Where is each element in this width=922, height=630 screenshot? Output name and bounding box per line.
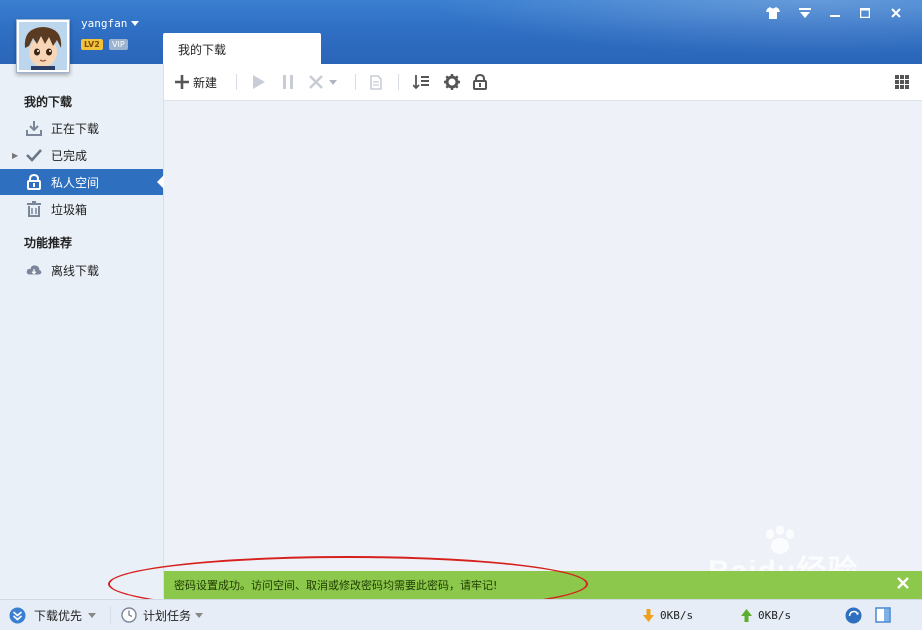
play-icon (253, 75, 265, 89)
sidebar-item-completed[interactable]: ▶ 已完成 (0, 142, 163, 168)
grid-icon (895, 75, 909, 89)
section-my-downloads: 我的下载 (24, 95, 73, 109)
status-divider (110, 606, 111, 624)
close-button[interactable] (885, 5, 907, 21)
sidebar-item-downloading[interactable]: 正在下载 (0, 115, 163, 141)
close-icon (897, 577, 909, 589)
task-list-area[interactable] (164, 101, 922, 571)
chevron-down-icon (329, 79, 337, 85)
arrow-up-icon (741, 608, 752, 622)
scheduled-tasks-button[interactable]: 计划任务 (121, 606, 204, 624)
username-menu[interactable]: yangfan (81, 17, 140, 30)
plus-icon (175, 75, 189, 89)
shirt-icon (766, 7, 780, 19)
start-button[interactable] (253, 73, 265, 91)
download-speed-value: 0KB/s (660, 608, 694, 622)
menu-button[interactable] (794, 5, 816, 21)
view-grid-button[interactable] (895, 73, 909, 91)
vip-badge[interactable]: VIP (109, 39, 128, 50)
refresh-button[interactable] (845, 606, 862, 624)
sidebar-item-label: 已完成 (51, 148, 88, 163)
title-bar: yangfan LV2 VIP 我的下载 (0, 0, 922, 64)
chevron-down-icon (88, 612, 97, 618)
lock-icon (26, 174, 42, 190)
expand-arrow-icon[interactable]: ▶ (12, 151, 18, 160)
upload-speed: 0KB/s (741, 606, 791, 624)
delete-x-icon (309, 75, 323, 89)
notification-message: 密码设置成功。访问空间、取消或修改密码均需要此密码，请牢记! (174, 579, 498, 592)
minimize-icon (830, 15, 840, 17)
refresh-icon (845, 607, 862, 623)
new-task-label: 新建 (193, 75, 218, 90)
delete-button[interactable] (309, 73, 337, 91)
panel-toggle-button[interactable] (875, 606, 891, 624)
arrow-down-icon (643, 608, 654, 622)
chevron-down-icon (195, 612, 204, 618)
chevron-down-icon (131, 20, 140, 26)
notification-bar: 密码设置成功。访问空间、取消或修改密码均需要此密码，请牢记! (164, 571, 922, 599)
tab-my-downloads[interactable]: 我的下载 (163, 33, 321, 64)
sidebar-item-label: 垃圾箱 (51, 202, 88, 217)
sidebar-item-private-space[interactable]: 私人空间 (0, 169, 164, 195)
level-badge: LV2 (81, 39, 103, 50)
sidebar-item-label: 私人空间 (51, 175, 100, 190)
download-priority-button[interactable]: 下载优先 (9, 606, 97, 624)
download-tray-icon (26, 120, 42, 136)
sidebar: 我的下载 正在下载 ▶ 已完成 私人空间 垃圾箱 功能推荐 离线下载 (0, 64, 164, 598)
toolbar-divider (398, 74, 399, 90)
pause-button[interactable] (282, 73, 294, 91)
priority-chevrons-icon (9, 607, 26, 623)
sort-button[interactable] (413, 73, 429, 91)
gear-icon (444, 74, 460, 90)
sort-list-icon (413, 75, 429, 89)
priority-label: 下载优先 (34, 608, 83, 623)
close-icon (891, 8, 901, 18)
maximize-icon (860, 8, 870, 18)
notification-close-button[interactable] (896, 576, 912, 592)
username: yangfan (81, 17, 128, 30)
schedule-label: 计划任务 (143, 608, 192, 623)
lock-space-button[interactable] (473, 73, 487, 91)
pause-icon (283, 75, 293, 89)
clock-icon (121, 607, 137, 623)
tab-label: 我的下载 (178, 43, 227, 57)
document-icon (370, 74, 382, 90)
avatar-image (19, 22, 67, 70)
new-task-button[interactable]: 新建 (175, 73, 217, 91)
section-features: 功能推荐 (24, 236, 73, 250)
trash-icon (26, 201, 42, 217)
sidebar-item-label: 离线下载 (51, 263, 100, 278)
avatar[interactable] (16, 19, 70, 73)
sidebar-item-trash[interactable]: 垃圾箱 (0, 196, 163, 222)
lock-icon (473, 74, 487, 90)
menu-dropdown-icon (799, 7, 811, 18)
properties-button[interactable] (370, 73, 382, 91)
skin-button[interactable] (762, 5, 784, 21)
download-speed: 0KB/s (643, 606, 693, 624)
maximize-button[interactable] (854, 5, 876, 21)
main-panel: 新建 (164, 64, 922, 598)
upload-speed-value: 0KB/s (758, 608, 792, 622)
sidebar-panel-icon (875, 607, 891, 623)
sidebar-item-offline-download[interactable]: 离线下载 (0, 257, 163, 283)
minimize-button[interactable] (824, 5, 846, 21)
settings-button[interactable] (444, 73, 460, 91)
toolbar: 新建 (164, 64, 922, 101)
toolbar-divider (236, 74, 237, 90)
cartoon-face-icon (19, 22, 67, 70)
status-bar: 下载优先 计划任务 0KB/s 0KB/s (0, 599, 922, 630)
cloud-download-icon (26, 262, 42, 278)
sidebar-item-label: 正在下载 (51, 121, 100, 136)
check-icon (26, 147, 42, 163)
toolbar-divider (355, 74, 356, 90)
